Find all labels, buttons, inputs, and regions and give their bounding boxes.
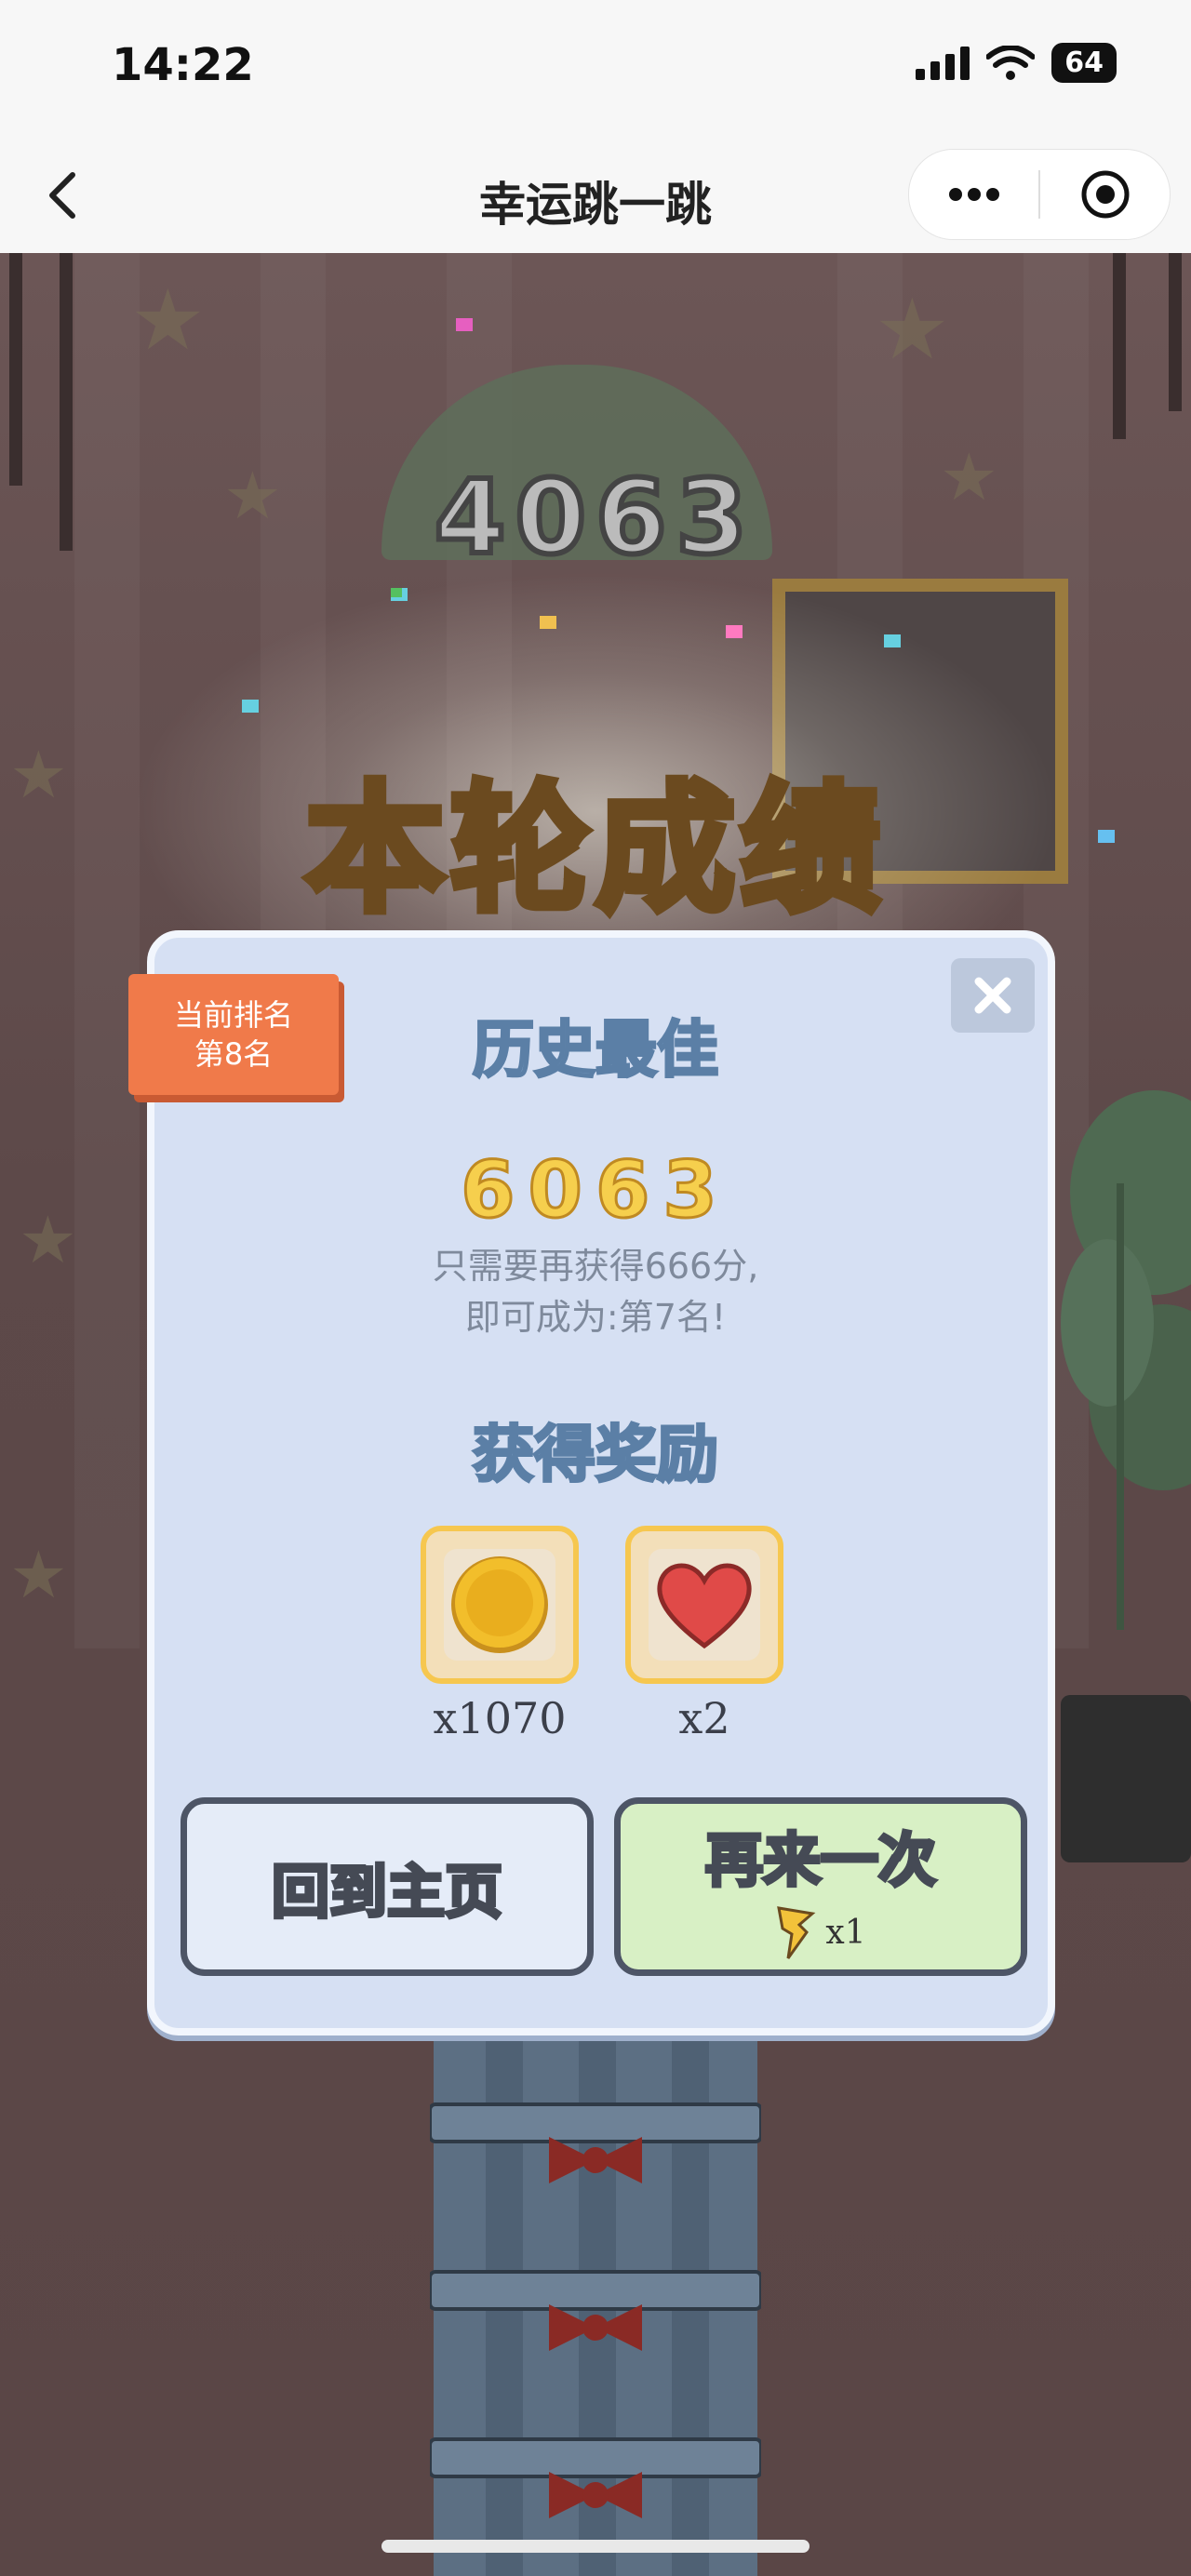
back-home-label: 回到主页 (270, 1856, 504, 1928)
hanging-decoration (1169, 253, 1182, 411)
more-button[interactable] (909, 150, 1038, 239)
confetti (726, 625, 743, 638)
heart-icon (649, 1549, 760, 1661)
round-result-banner: 本轮成绩 (301, 766, 886, 935)
reward-heart-count: x2 (678, 1693, 730, 1743)
capsule-menu (908, 149, 1171, 240)
reward-heart-box (625, 1526, 783, 1684)
back-home-button[interactable]: 回到主页 (181, 1797, 594, 1976)
plant-pot (1061, 1695, 1191, 1862)
confetti (391, 588, 402, 597)
energy-flag-icon (777, 1906, 816, 1959)
coin-icon (444, 1549, 555, 1661)
status-bar: 14:22 64 (0, 0, 1191, 138)
target-circle-icon (1081, 170, 1129, 219)
status-icons: 64 (916, 43, 1117, 83)
status-time: 14:22 (112, 39, 254, 91)
hanging-decoration (9, 253, 22, 486)
wifi-icon (986, 45, 1036, 80)
confetti (884, 634, 901, 647)
current-score-display: 4063 (432, 455, 757, 580)
rank-hint-line2: 即可成为:第7名! (464, 1297, 727, 1338)
signal-icon (916, 46, 970, 80)
play-again-cost-count: x1 (825, 1913, 866, 1952)
reward-coin-box (421, 1526, 579, 1684)
gift-box-tower (430, 2021, 761, 2576)
reward-coin-count: x1070 (433, 1693, 567, 1743)
confetti (456, 318, 473, 331)
rank-hint-line1: 只需要再获得666分, (432, 1246, 759, 1287)
star-decoration: ★ (130, 272, 206, 369)
home-indicator (381, 2540, 810, 2553)
reward-title: 获得奖励 (472, 1418, 720, 1492)
confetti (540, 616, 556, 629)
star-decoration: ★ (875, 281, 950, 379)
close-miniprogram-button[interactable] (1040, 150, 1170, 239)
battery-indicator: 64 (1051, 43, 1117, 83)
confetti (242, 700, 259, 713)
best-score-value: 6063 (460, 1143, 730, 1237)
more-dots-icon (948, 188, 999, 201)
star-decoration: ★ (9, 1537, 68, 1613)
best-score-title: 历史最佳 (472, 1013, 720, 1088)
play-again-button[interactable]: 再来一次 x1 (614, 1797, 1027, 1976)
play-again-cost: x1 (775, 1904, 866, 1960)
hanging-decoration (1113, 253, 1126, 439)
mini-program-nav-bar: 幸运跳一跳 (0, 138, 1191, 253)
play-again-label: 再来一次 (703, 1824, 938, 1896)
